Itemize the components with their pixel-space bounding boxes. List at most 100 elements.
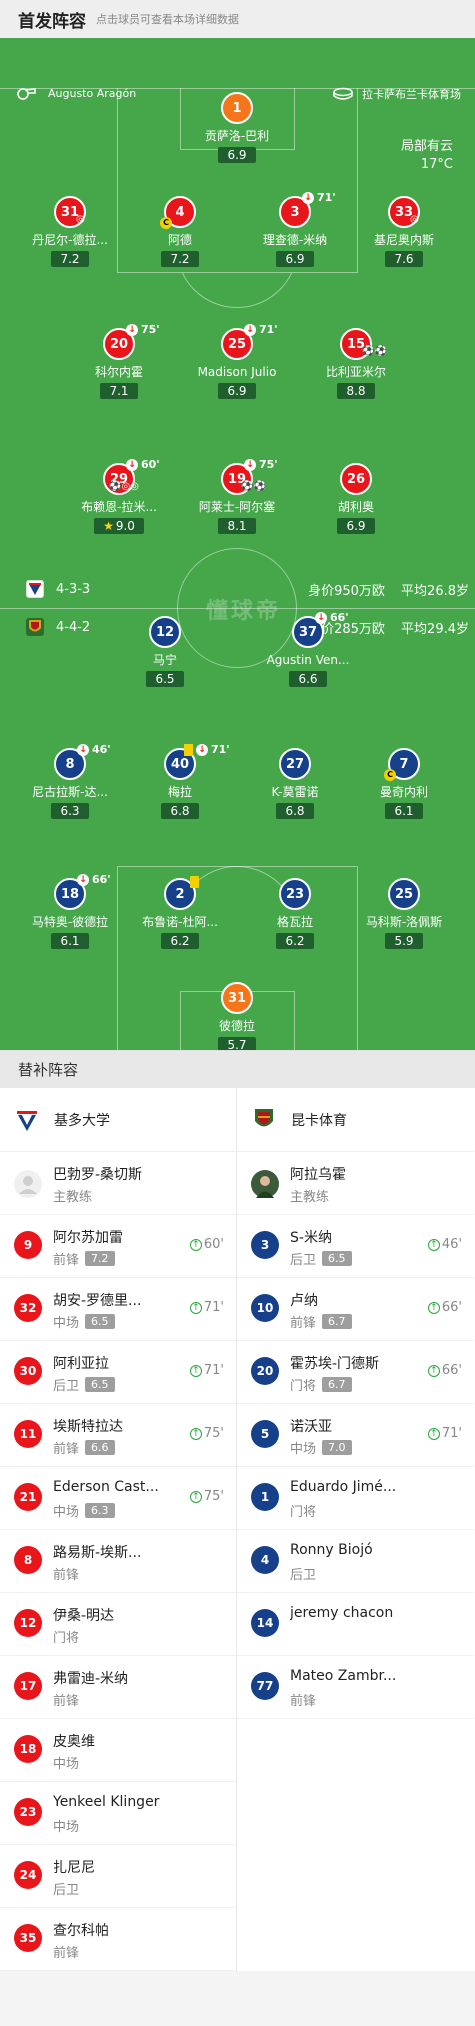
home-player[interactable]: 33 ◎ 基尼奥内斯 7.6 <box>349 196 459 267</box>
home-player[interactable]: 26 胡利奥 6.9 <box>301 463 411 534</box>
home-player[interactable]: 3 ↓ 71' 理查德-米纳 6.9 <box>240 191 350 267</box>
bench-player-row[interactable]: 11 埃斯特拉达 前锋 6.6 ↑ 75' <box>0 1404 236 1467</box>
bench-player-row[interactable]: 20 霍苏埃-门德斯 门将 6.7 ↑ 66' <box>237 1341 474 1404</box>
home-player[interactable]: 20 ↓ 75' 科尔内霍 7.1 <box>64 323 174 399</box>
player-name: 基尼奥内斯 <box>373 233 434 247</box>
bench-player-row[interactable]: 4 Ronny Biojó 后卫 <box>237 1530 474 1593</box>
home-bench-team[interactable]: 基多大学 <box>0 1088 236 1152</box>
bench-player-name: 阿尔苏加雷 <box>53 1230 123 1246</box>
sub-on-time: ↑ 75' <box>189 1489 224 1504</box>
away-formation-value: 4-4-2 <box>56 619 91 635</box>
away-player[interactable]: 37 ↓ 66' Agustin Ven... 6.6 <box>253 611 363 687</box>
bench-player-row[interactable]: 32 胡安-罗德里... 中场 6.5 ↑ 71' <box>0 1278 236 1341</box>
bench-player-name: 胡安-罗德里... <box>53 1293 142 1309</box>
captain-icon: C <box>160 217 172 229</box>
home-coach-row[interactable]: 巴勃罗-桑切斯 主教练 <box>0 1152 236 1215</box>
home-player[interactable]: 31 ◎ 丹尼尔-德拉... 7.2 <box>15 196 125 267</box>
bench-player-row[interactable]: 24 扎尼尼 后卫 <box>0 1845 236 1908</box>
bench-player-row[interactable]: 3 S-米纳 后卫 6.5 ↑ 46' <box>237 1215 474 1278</box>
bench-player-row[interactable]: 30 阿利亚拉 后卫 6.5 ↑ 71' <box>0 1341 236 1404</box>
bench-player-name: Ederson Cast... <box>53 1479 159 1495</box>
venue-name: 拉卡萨布兰卡体育场 <box>362 88 461 101</box>
coach-name: 巴勃罗-桑切斯 <box>53 1167 143 1183</box>
player-rating: 7.2 <box>161 251 199 267</box>
away-bench-team[interactable]: 昆卡体育 <box>237 1088 474 1152</box>
away-team-logo <box>26 618 44 636</box>
sub-off-indicator: ↓ 66' <box>315 611 349 624</box>
away-player[interactable]: 27 K-莫雷诺 6.8 <box>240 748 350 819</box>
bench-lists: 基多大学 巴勃罗-桑切斯 主教练 9 阿尔苏加雷 前锋 7.2 ↑ 60' 32 胡安-罗德里… <box>0 1088 475 1971</box>
bench-number-badge: 3 <box>251 1231 279 1259</box>
away-player[interactable]: 18 ↓ 66' 马特奥-彼德拉 6.1 <box>15 873 125 949</box>
bench-player-row[interactable]: 21 Ederson Cast... 中场 6.3 ↑ 75' <box>0 1467 236 1530</box>
bench-player-position: 前锋 <box>53 1694 80 1709</box>
home-team-logo <box>14 1107 40 1133</box>
home-player[interactable]: 19 ↓ 75' ⚽⚽ 阿莱士-阿尔塞 8.1 <box>182 458 292 534</box>
away-player-gk[interactable]: 31 彼德拉 5.7 <box>182 982 292 1050</box>
home-player[interactable]: 29 ↓ 60' ⚽◎◎ 布赖恩-拉米... ★ 9.0 <box>64 458 174 534</box>
bench-player-row[interactable]: 5 诺沃亚 中场 7.0 ↑ 71' <box>237 1404 474 1467</box>
bench-player-name: jeremy chacon <box>290 1605 394 1621</box>
bench-player-row[interactable]: 9 阿尔苏加雷 前锋 7.2 ↑ 60' <box>0 1215 236 1278</box>
bench-player-position: 前锋 <box>53 1946 80 1961</box>
bench-number-badge: 17 <box>14 1672 42 1700</box>
bench-player-row[interactable]: 18 皮奥维 中场 <box>0 1719 236 1782</box>
bench-player-row[interactable]: 17 弗雷迪-米纳 前锋 <box>0 1656 236 1719</box>
bench-number-badge: 8 <box>14 1546 42 1574</box>
player-rating: 5.7 <box>218 1037 256 1050</box>
bench-player-name: 伊桑-明达 <box>53 1608 115 1624</box>
away-player[interactable]: 25 马科斯-洛佩斯 5.9 <box>349 878 459 949</box>
player-name: 胡利奥 <box>337 500 374 514</box>
player-name: 科尔内霍 <box>94 365 143 379</box>
bench-player-name: Eduardo Jimé... <box>290 1479 397 1495</box>
player-name: Madison Julio <box>197 365 277 379</box>
away-player[interactable]: 23 格瓦拉 6.2 <box>240 878 350 949</box>
sub-on-icon: ↑ <box>189 1490 202 1503</box>
away-player[interactable]: 2 布鲁诺-杜阿... 6.2 <box>125 876 235 949</box>
player-rating: 6.8 <box>276 803 314 819</box>
player-rating: 6.9 <box>337 518 375 534</box>
bench-player-rating: 7.2 <box>85 1251 115 1266</box>
bench-player-row[interactable]: 35 查尔科帕 前锋 <box>0 1908 236 1971</box>
bench-player-row[interactable]: 12 伊桑-明达 门将 <box>0 1593 236 1656</box>
home-player[interactable]: 4C 阿德 7.2 <box>125 196 235 267</box>
bench-player-rating: 7.0 <box>322 1440 352 1455</box>
bench-player-row[interactable]: 10 卢纳 前锋 6.7 ↑ 66' <box>237 1278 474 1341</box>
bench-player-row[interactable]: 14 jeremy chacon <box>237 1593 474 1656</box>
bench-player-rating: 6.5 <box>322 1251 352 1266</box>
bench-player-position: 后卫 <box>53 1883 80 1898</box>
home-player[interactable]: 15 ⚽⚽ 比利亚米尔 8.8 <box>301 328 411 399</box>
bench-number-badge: 10 <box>251 1294 279 1322</box>
bench-player-row[interactable]: 1 Eduardo Jimé... 门将 <box>237 1467 474 1530</box>
player-name: 马宁 <box>152 653 177 667</box>
venue-info: 拉卡萨布兰卡体育场 <box>332 86 461 102</box>
bench-player-row[interactable]: 77 Mateo Zambr... 前锋 <box>237 1656 474 1719</box>
player-number-badge: 8 ↓ 46' <box>54 743 111 780</box>
bench-player-name: 诺沃亚 <box>290 1419 332 1435</box>
player-name: 丹尼尔-德拉... <box>32 233 108 247</box>
player-number-badge: 20 ↓ 75' <box>103 323 160 360</box>
sub-on-time: ↑ 66' <box>427 1300 462 1315</box>
player-number-badge: 19 ↓ 75' ⚽⚽ <box>221 458 278 495</box>
away-player[interactable]: 7C 曼奇内利 6.1 <box>349 748 459 819</box>
bench-player-name: 阿利亚拉 <box>53 1356 109 1372</box>
goal-icons: ⚽⚽ <box>362 346 387 357</box>
away-coach-row[interactable]: 阿拉乌霍 主教练 <box>237 1152 474 1215</box>
home-player-gk[interactable]: 1 贡萨洛-巴利 6.9 <box>182 92 292 163</box>
captain-icon: C <box>384 769 396 781</box>
player-rating: 7.6 <box>385 251 423 267</box>
sub-on-time: ↑ 66' <box>427 1363 462 1378</box>
home-player[interactable]: 25 ↓ 71' Madison Julio 6.9 <box>182 323 292 399</box>
bench-player-name: 查尔科帕 <box>53 1923 109 1939</box>
away-player[interactable]: 12 马宁 6.5 <box>110 616 220 687</box>
sub-on-icon: ↑ <box>189 1301 202 1314</box>
away-player[interactable]: 40 ↓ 71' 梅拉 6.8 <box>125 743 235 819</box>
home-team-stats: 身价950万欧 平均26.8岁 <box>296 580 469 599</box>
bench-player-row[interactable]: 23 Yenkeel Klinger 中场 <box>0 1782 236 1845</box>
away-player[interactable]: 8 ↓ 46' 尼古拉斯-达... 6.3 <box>15 743 125 819</box>
player-number-badge: 1 <box>221 92 253 124</box>
bench-player-position: 前锋 6.6 <box>53 1438 115 1457</box>
bench-player-row[interactable]: 8 路易斯-埃斯... 前锋 <box>0 1530 236 1593</box>
bench-number-badge: 24 <box>14 1861 42 1889</box>
player-name: 理查德-米纳 <box>262 233 328 247</box>
